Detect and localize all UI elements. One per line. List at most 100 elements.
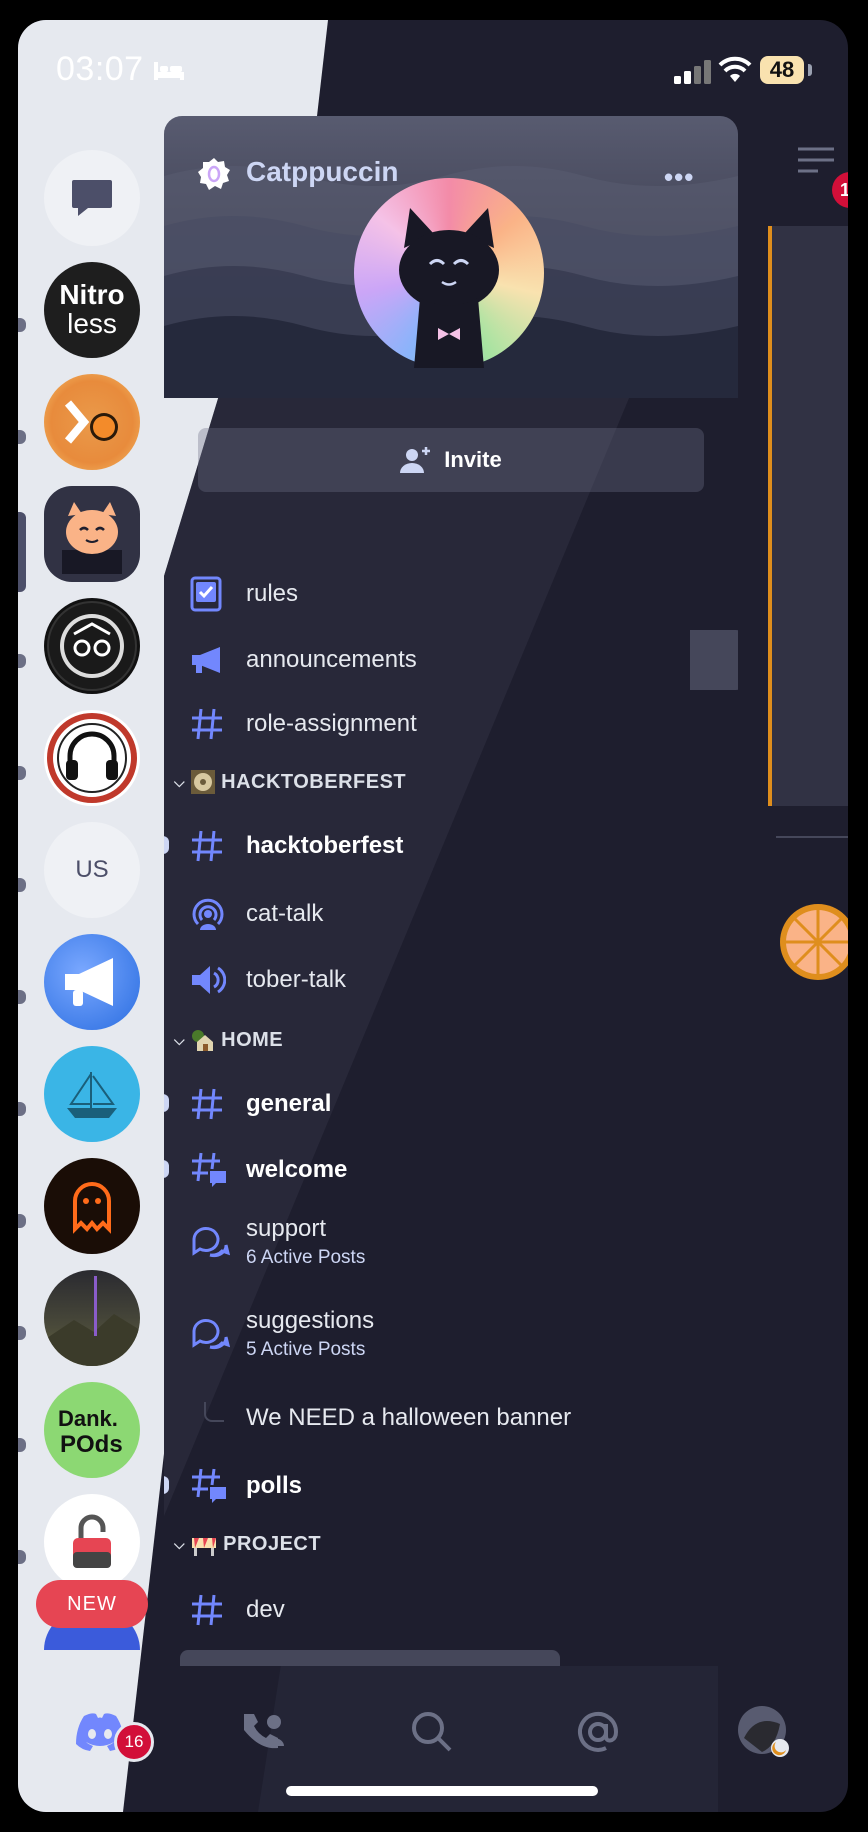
at-sign-icon — [578, 1711, 619, 1752]
tab-mentions[interactable] — [568, 1702, 628, 1762]
channel-announcements[interactable]: announcements — [190, 632, 417, 688]
cd-emoji-icon — [191, 770, 216, 794]
peek-divider — [776, 836, 848, 838]
home-notification-badge: 16 — [114, 1722, 154, 1762]
category-home[interactable]: ⌵ HOME — [174, 1020, 283, 1060]
channel-label: welcome — [246, 1156, 348, 1183]
channel-label: hacktoberfest — [246, 832, 404, 859]
category-hacktoberfest[interactable]: ⌵ HACKTOBERFEST — [174, 762, 406, 802]
channel-label: dev — [246, 1596, 285, 1623]
house-emoji-icon — [192, 1030, 214, 1051]
chat-bubble-icon — [72, 180, 112, 216]
landscape-icon — [44, 1276, 140, 1366]
tab-search[interactable] — [402, 1702, 462, 1762]
channel-label: cat-talk — [246, 900, 324, 927]
unread-indicator — [18, 1550, 26, 1564]
ghost-icon — [73, 1182, 111, 1234]
channel-label: support — [246, 1215, 327, 1242]
chevron-down-icon: ⌵ — [174, 773, 186, 790]
thread-halloween-banner[interactable]: We NEED a halloween banner — [246, 1390, 571, 1446]
channel-general[interactable]: general — [190, 1076, 331, 1132]
user-avatar-icon — [738, 1706, 789, 1757]
server-headphones[interactable] — [44, 710, 140, 806]
server-terminal[interactable] — [44, 374, 140, 470]
channel-cat-talk[interactable]: cat-talk — [190, 886, 323, 942]
invite-button[interactable]: Invite — [198, 428, 704, 492]
server-more-button[interactable]: ••• — [664, 162, 694, 193]
unread-indicator — [18, 878, 26, 892]
tab-profile[interactable] — [734, 1702, 794, 1762]
hashtag-icon — [190, 1087, 246, 1121]
server-landscape[interactable] — [44, 1270, 140, 1366]
home-indicator[interactable] — [286, 1786, 598, 1796]
cellular-signal-icon — [674, 60, 711, 84]
direct-messages-button[interactable] — [44, 150, 140, 246]
server-banner: Catppuccin ••• — [164, 116, 738, 398]
channel-label: suggestions — [246, 1307, 375, 1334]
hashtag-icon — [190, 829, 246, 863]
phone-screen: 03:07 48 Nitro less US Dank. POds NEW Ca… — [18, 20, 848, 1812]
channel-text-group: support 6 Active Posts — [246, 1215, 365, 1269]
channel-polls[interactable]: polls — [190, 1458, 302, 1514]
rules-checkbox-icon — [190, 576, 246, 612]
status-time: 03:07 — [56, 50, 144, 88]
thread-hashtag-icon — [190, 1151, 246, 1189]
channel-label: role-assignment — [246, 710, 417, 737]
unread-indicator — [18, 1214, 26, 1228]
server-lock[interactable] — [44, 1494, 140, 1590]
construction-emoji-icon — [192, 1538, 217, 1556]
add-user-icon — [400, 447, 431, 473]
forum-icon — [190, 1315, 246, 1353]
megaphone-icon — [65, 958, 113, 1006]
search-icon — [412, 1712, 452, 1752]
terminal-pumpkin-icon — [64, 400, 118, 444]
active-server-indicator — [18, 512, 26, 592]
server-nitroless[interactable]: Nitro less — [44, 262, 140, 358]
server-announcements[interactable] — [44, 934, 140, 1030]
category-label: PROJECT — [223, 1532, 322, 1555]
svg-text:POds: POds — [60, 1431, 123, 1458]
friends-icon — [244, 1714, 284, 1749]
server-us[interactable]: US — [44, 822, 140, 918]
server-catppuccin[interactable] — [44, 486, 140, 582]
thread-connector — [204, 1402, 224, 1422]
dankpods-logo-icon: Dank. POds — [58, 1406, 123, 1458]
server-dankpods[interactable]: Dank. POds — [44, 1382, 140, 1478]
server-ocean[interactable] — [44, 1046, 140, 1142]
svg-text:Dank.: Dank. — [58, 1406, 118, 1431]
channel-label: general — [246, 1090, 332, 1117]
catppuccin-cat-icon — [399, 208, 499, 368]
tab-friends[interactable] — [234, 1702, 294, 1762]
server-vinyl[interactable] — [44, 598, 140, 694]
channel-rules[interactable]: rules — [190, 566, 298, 622]
orange-slice-icon — [780, 904, 848, 980]
hashtag-icon — [190, 707, 246, 741]
active-posts-count: 6 Active Posts — [246, 1247, 366, 1268]
channel-welcome[interactable]: welcome — [190, 1142, 347, 1198]
channel-label: announcements — [246, 646, 417, 673]
speaker-icon — [190, 964, 246, 996]
sleep-focus-icon — [154, 62, 184, 80]
category-label: HACKTOBERFEST — [221, 770, 407, 793]
channel-hacktoberfest[interactable]: hacktoberfest — [190, 818, 403, 874]
server-panel: Catppuccin ••• Invite rules announcement… — [164, 116, 738, 1666]
hamburger-menu-icon[interactable] — [798, 146, 834, 174]
unread-indicator — [18, 654, 26, 668]
active-posts-count: 5 Active Posts — [246, 1339, 366, 1360]
invite-label: Invite — [444, 447, 502, 472]
channel-dev[interactable]: dev — [190, 1582, 285, 1638]
channel-support[interactable]: support 6 Active Posts — [190, 1208, 365, 1276]
forum-icon — [190, 1223, 246, 1261]
channel-tober-talk[interactable]: tober-talk — [190, 952, 346, 1008]
new-servers-badge[interactable]: NEW — [36, 1580, 148, 1628]
channel-suggestions[interactable]: suggestions 5 Active Posts — [190, 1300, 374, 1368]
category-project[interactable]: ⌵ PROJECT — [174, 1524, 321, 1564]
server-ghost[interactable] — [44, 1158, 140, 1254]
vinyl-avatar-icon — [47, 601, 137, 691]
channel-role-assignment[interactable]: role-assignment — [190, 696, 417, 752]
chat-peek[interactable]: 16 — [754, 116, 848, 1666]
channel-label: tober-talk — [246, 966, 347, 993]
unread-indicator — [18, 318, 26, 332]
wifi-icon — [718, 56, 752, 82]
thread-label: We NEED a halloween banner — [246, 1404, 572, 1431]
